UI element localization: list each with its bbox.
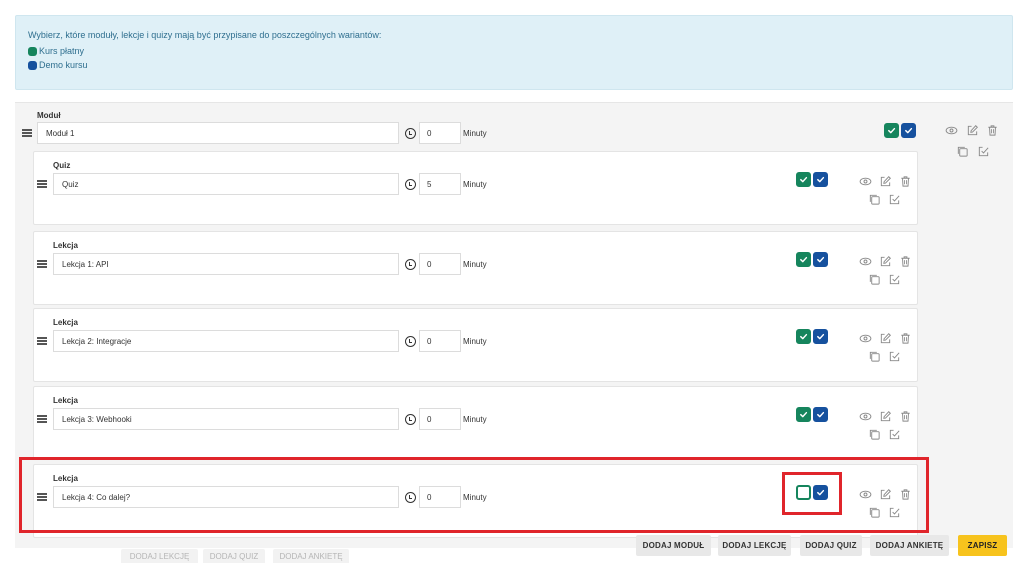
trash-icon[interactable] <box>899 255 912 268</box>
item-drag-handle[interactable] <box>37 337 47 345</box>
item-paid-variant-checkbox[interactable] <box>796 252 811 267</box>
legend-label-demo: Demo kursu <box>39 60 88 70</box>
item-demo-variant-checkbox[interactable] <box>813 252 828 267</box>
add-survey-button[interactable]: DODAJ ANKIETĘ <box>870 535 949 556</box>
trash-icon[interactable] <box>899 332 912 345</box>
clock-icon <box>405 179 416 190</box>
item-drag-handle[interactable] <box>37 415 47 423</box>
item-minutes-input[interactable]: 5 <box>419 173 461 195</box>
item-type-label: Lekcja <box>53 396 78 405</box>
item-paid-variant-checkbox[interactable] <box>796 172 811 187</box>
add-lesson-button[interactable]: DODAJ LEKCJĘ <box>718 535 791 556</box>
eye-icon[interactable] <box>859 255 872 268</box>
add-quiz-button[interactable]: DODAJ QUIZ <box>800 535 862 556</box>
item-minutes-unit: Minuty <box>463 337 487 346</box>
module-minutes-unit: Minuty <box>463 129 487 138</box>
demo-variant-swatch <box>28 60 37 70</box>
check-edit-icon[interactable] <box>888 350 901 363</box>
item-title-input[interactable]: Quiz <box>53 173 399 195</box>
item-demo-variant-checkbox[interactable] <box>813 329 828 344</box>
module-paid-variant-checkbox[interactable] <box>884 123 899 138</box>
check-edit-icon[interactable] <box>977 145 990 158</box>
eye-icon[interactable] <box>859 332 872 345</box>
item-type-label: Lekcja <box>53 241 78 250</box>
clock-icon <box>405 128 416 139</box>
legend-label-paid: Kurs płatny <box>39 46 85 56</box>
item-title-input[interactable]: Lekcja 2: Integracje <box>53 330 399 352</box>
item-minutes-unit: Minuty <box>463 415 487 424</box>
copy-icon[interactable] <box>868 350 881 363</box>
eye-icon[interactable] <box>859 410 872 423</box>
item-demo-variant-checkbox[interactable] <box>813 407 828 422</box>
add-module-button[interactable]: DODAJ MODUŁ <box>636 535 711 556</box>
trash-icon[interactable] <box>899 175 912 188</box>
clock-icon <box>405 414 416 425</box>
save-button[interactable]: ZAPISZ <box>958 535 1007 556</box>
trash-icon[interactable] <box>899 410 912 423</box>
item-title-input[interactable]: Lekcja 3: Webhooki <box>53 408 399 430</box>
copy-icon[interactable] <box>868 193 881 206</box>
trash-icon[interactable] <box>986 124 999 137</box>
variant-info-box: Wybierz, które moduły, lekcje i quizy ma… <box>15 15 1013 90</box>
item-type-label: Quiz <box>53 161 71 170</box>
item-drag-handle[interactable] <box>37 180 47 188</box>
module-drag-handle[interactable] <box>22 129 32 137</box>
item-paid-variant-checkbox[interactable] <box>796 329 811 344</box>
edit-icon[interactable] <box>879 332 892 345</box>
check-edit-icon[interactable] <box>888 273 901 286</box>
eye-icon[interactable] <box>859 175 872 188</box>
clock-icon <box>405 259 416 270</box>
copy-icon[interactable] <box>868 273 881 286</box>
copy-icon[interactable] <box>868 428 881 441</box>
item-title-input[interactable]: Lekcja 1: API <box>53 253 399 275</box>
check-edit-icon[interactable] <box>888 428 901 441</box>
item-type-label: Lekcja <box>53 318 78 327</box>
item-paid-variant-checkbox[interactable] <box>796 407 811 422</box>
edit-icon[interactable] <box>879 175 892 188</box>
variant-info-message: Wybierz, które moduły, lekcje i quizy ma… <box>28 30 382 40</box>
copy-icon[interactable] <box>956 145 969 158</box>
edit-icon[interactable] <box>966 124 979 137</box>
module-add-survey-button[interactable]: DODAJ ANKIETĘ <box>273 549 349 563</box>
item-minutes-input[interactable]: 0 <box>419 408 461 430</box>
module-add-lesson-button[interactable]: DODAJ LEKCJĘ <box>121 549 198 563</box>
item-minutes-input[interactable]: 0 <box>419 253 461 275</box>
edit-icon[interactable] <box>879 255 892 268</box>
highlight-frame-variant-checkboxes <box>782 472 842 515</box>
item-minutes-unit: Minuty <box>463 180 487 189</box>
module-label: Moduł <box>37 111 61 120</box>
item-drag-handle[interactable] <box>37 260 47 268</box>
module-title-input[interactable]: Moduł 1 <box>37 122 399 144</box>
legend-item-demo: Demo kursu <box>28 60 1000 70</box>
module-minutes-input[interactable]: 0 <box>419 122 461 144</box>
edit-icon[interactable] <box>879 410 892 423</box>
item-minutes-unit: Minuty <box>463 260 487 269</box>
paid-variant-swatch <box>28 46 37 56</box>
check-edit-icon[interactable] <box>888 193 901 206</box>
item-minutes-input[interactable]: 0 <box>419 330 461 352</box>
item-demo-variant-checkbox[interactable] <box>813 172 828 187</box>
legend-item-paid: Kurs płatny <box>28 46 1000 56</box>
clock-icon <box>405 336 416 347</box>
module-add-quiz-button[interactable]: DODAJ QUIZ <box>203 549 265 563</box>
eye-icon[interactable] <box>945 124 958 137</box>
module-demo-variant-checkbox[interactable] <box>901 123 916 138</box>
